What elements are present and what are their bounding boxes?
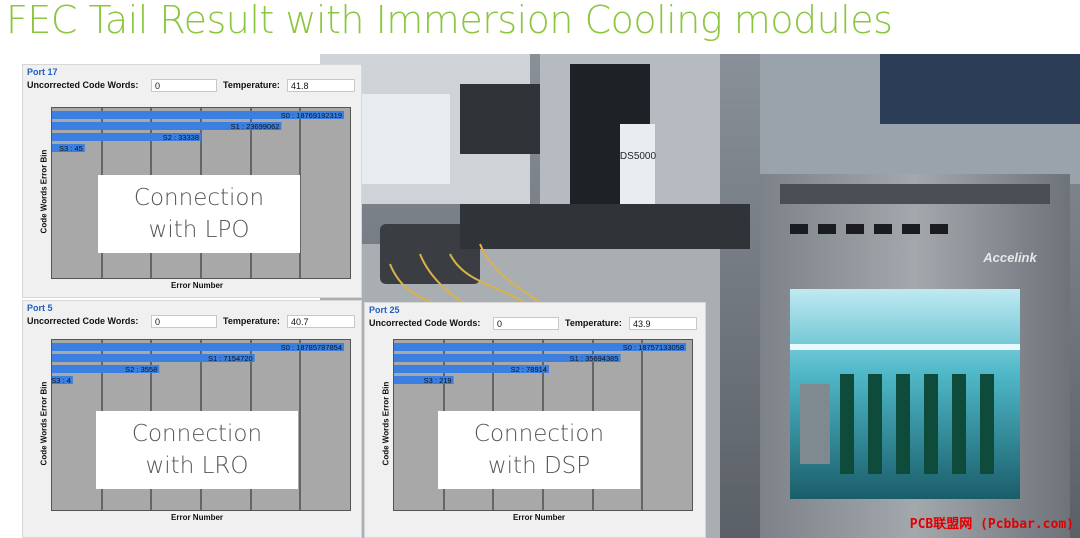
uncorrected-code-words-field[interactable]: 0: [493, 317, 559, 330]
bar-label-s1: S1 : 35694385: [570, 354, 619, 363]
overlay-line-1: Connection: [133, 185, 265, 211]
y-axis-label: Code Words Error Bin: [39, 149, 49, 234]
overlay-line-2: with DSP: [487, 453, 591, 479]
temperature-field[interactable]: 43.9: [629, 317, 697, 330]
temperature-label: Temperature:: [565, 318, 622, 328]
x-axis-label: Error Number: [171, 281, 224, 290]
overlay-line-2: with LRO: [145, 453, 249, 479]
connection-overlay: Connection with LRO: [96, 411, 298, 489]
bar-label-s2: S2 : 33338: [163, 133, 199, 142]
overlay-line-2: with LPO: [148, 217, 250, 243]
photo-brand-text: Accelink: [982, 250, 1037, 265]
fec-panel-port17: Port 17 Uncorrected Code Words: 0 Temperatu…: [22, 64, 362, 298]
bar-label-s3: S3 : 219: [424, 376, 452, 385]
bar-label-s3: S3 : 4: [52, 376, 71, 385]
bar-label-s0: S0 : 18769192319: [281, 111, 342, 120]
y-axis-label: Code Words Error Bin: [39, 381, 49, 466]
port-label: Port 5: [27, 303, 53, 313]
temperature-label: Temperature:: [223, 316, 280, 326]
port-label: Port 25: [369, 305, 400, 315]
bar-label-s0: S0 : 18785787854: [281, 343, 342, 352]
watermark: PCB联盟网 (Pcbbar.com): [909, 517, 1074, 532]
overlay-line-1: Connection: [473, 421, 605, 447]
fec-panel-port25: Port 25 Uncorrected Code Words: 0 Temperatu…: [364, 302, 706, 538]
uncorrected-code-words-label: Uncorrected Code Words:: [27, 80, 139, 90]
connection-overlay: Connection with DSP: [438, 411, 640, 489]
overlay-line-1: Connection: [131, 421, 263, 447]
uncorrected-code-words-field[interactable]: 0: [151, 79, 217, 92]
temperature-field[interactable]: 41.8: [287, 79, 355, 92]
fec-panel-port5: Port 5 Uncorrected Code Words: 0 Temperatur…: [22, 300, 362, 538]
uncorrected-code-words-label: Uncorrected Code Words:: [369, 318, 481, 328]
bar-label-s0: S0 : 18757133058: [623, 343, 684, 352]
uncorrected-code-words-field[interactable]: 0: [151, 315, 217, 328]
temperature-field[interactable]: 40.7: [287, 315, 355, 328]
bar-label-s1: S1 : 7154720: [208, 354, 253, 363]
x-axis-label: Error Number: [171, 513, 224, 522]
bar-label-s2: S2 : 3558: [125, 365, 157, 374]
slide-title: FEC Tail Result with Immersion Cooling m…: [6, 0, 893, 42]
bar-label-s1: S1 : 23699062: [231, 122, 280, 131]
x-axis-label: Error Number: [513, 513, 566, 522]
bar-label-s3: S3 : 45: [59, 144, 83, 153]
photo-card-text: DS5000: [620, 151, 657, 162]
uncorrected-code-words-label: Uncorrected Code Words:: [27, 316, 139, 326]
temperature-label: Temperature:: [223, 80, 280, 90]
connection-overlay: Connection with LPO: [98, 175, 300, 253]
bar-label-s2: S2 : 78914: [511, 365, 547, 374]
port-label: Port 17: [27, 67, 58, 77]
y-axis-label: Code Words Error Bin: [381, 381, 391, 466]
